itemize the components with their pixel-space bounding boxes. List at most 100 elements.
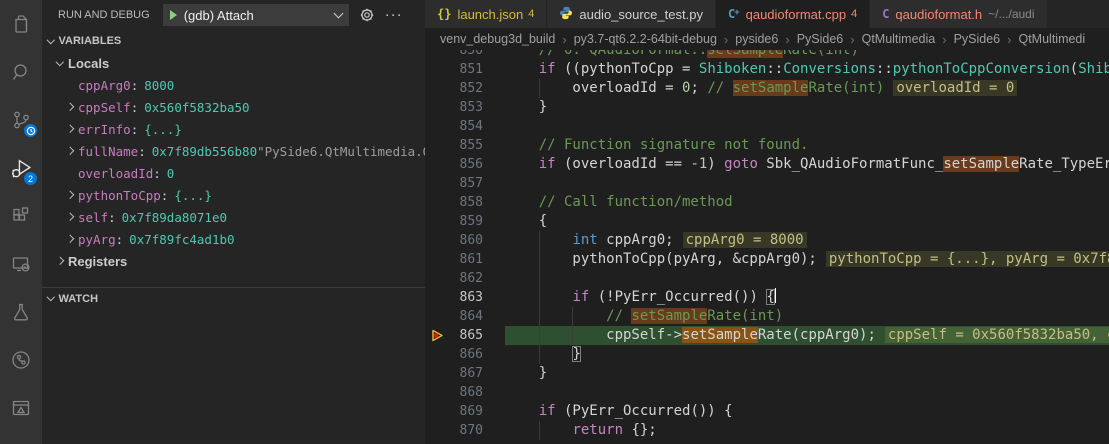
code-token: Sbk_QAudioFormatFunc_ [758,156,943,172]
code-token: // [505,308,631,324]
source-control-icon[interactable] [0,96,42,144]
code-line[interactable]: 855 // Function signature not found. [425,136,1109,155]
tab-qaudioformat-cpp[interactable]: C+qaudioformat.cpp4 [716,0,870,28]
variable-name: cppSelf [78,100,131,115]
code-editor[interactable]: 850 // 0: QAudioFormat::setSampleRate(in… [425,50,1109,444]
line-number[interactable]: 853 [425,98,505,117]
line-number[interactable]: 866 [425,345,505,364]
code-line[interactable]: 850 // 0: QAudioFormat::setSampleRate(in… [425,50,1109,60]
line-number[interactable]: 860 [425,231,505,250]
breadcrumb-item[interactable]: py3.7-qt6.2.2-64bit-debug [574,32,717,46]
code-token: = [674,61,699,77]
tab-label: launch.json [457,7,523,22]
indent-guide [539,288,540,307]
breadcrumb-item[interactable]: QtMultimedia [862,32,936,46]
run-debug-icon[interactable]: 2 [0,144,42,192]
code-line[interactable]: 858 // Call function/method [425,193,1109,212]
code-line[interactable]: 852 overloadId = 0; // setSampleRate(int… [425,79,1109,98]
line-number[interactable]: 862 [425,269,505,288]
variable-row-errInfo[interactable]: errInfo:{...} [42,118,425,140]
line-number[interactable]: 867 [425,364,505,383]
breadcrumb-item[interactable]: PySide6 [954,32,1001,46]
variable-row-overloadId[interactable]: overloadId:0 [42,162,425,184]
debug-config-label: (gdb) Attach [184,8,335,23]
search-icon[interactable] [0,48,42,96]
line-number[interactable]: 859 [425,212,505,231]
variables-section-header[interactable]: VARIABLES [42,30,425,52]
code-line[interactable]: 862 [425,269,1109,288]
line-number[interactable]: 864 [425,307,505,326]
code-line[interactable]: 864 // setSampleRate(int) [425,307,1109,326]
breadcrumb-item[interactable]: QtMultimedi [1018,32,1085,46]
indent-guide [539,345,540,364]
code-line[interactable]: 851 if ((pythonToCpp = Shiboken::Convers… [425,60,1109,79]
code-line[interactable]: 853 } [425,98,1109,117]
line-number[interactable]: 855 [425,136,505,155]
scope-row-registers[interactable]: Registers [42,250,425,272]
line-number[interactable]: 863 [425,288,505,307]
breadcrumb-item[interactable]: pyside6 [735,32,778,46]
tab-audio-source-test-py[interactable]: audio_source_test.py [547,0,716,28]
editor-group: {}launch.json4audio_source_test.pyC+qaud… [425,0,1109,444]
line-number[interactable]: 861 [425,250,505,269]
code-line[interactable]: 854 [425,117,1109,136]
variable-row-cppArg0[interactable]: cppArg0:8000 [42,74,425,96]
variable-row-self[interactable]: self:0x7f89da8071e0 [42,206,425,228]
code-line[interactable]: 868 [425,383,1109,402]
gear-icon[interactable] [359,7,375,23]
watch-section-header[interactable]: WATCH [42,287,425,309]
line-number[interactable]: 865 [425,326,505,345]
code-line-text [505,269,1109,288]
code-line[interactable]: 865 cppSelf->setSampleRate(cppArg0);cppS… [425,326,1109,345]
code-line[interactable]: 870 return {}; [425,421,1109,440]
code-line[interactable]: 860 int cppArg0;cppArg0 = 8000 [425,231,1109,250]
start-debug-icon[interactable] [170,10,177,20]
line-number[interactable]: 870 [425,421,505,440]
code-line[interactable]: 859 { [425,212,1109,231]
line-number[interactable]: 852 [425,79,505,98]
more-actions-icon[interactable]: ··· [385,10,403,20]
line-number[interactable]: 869 [425,402,505,421]
code-line[interactable]: 857 [425,174,1109,193]
chevron-right-icon [56,257,64,265]
code-line[interactable]: 869 if (PyErr_Occurred()) { [425,402,1109,421]
breadcrumb-item[interactable]: PySide6 [797,32,844,46]
breadcrumb-item[interactable]: venv_debug3d_build [440,32,555,46]
code-token: (PyErr_Occurred()) { [556,403,733,419]
debug-config-dropdown[interactable]: (gdb) Attach [163,4,349,26]
files-icon[interactable] [0,0,42,48]
line-number[interactable]: 850 [425,50,505,60]
chevron-right-icon [66,103,74,111]
line-number[interactable]: 858 [425,193,505,212]
code-line[interactable]: 861 pythonToCpp(pyArg, &cppArg0);pythonT… [425,250,1109,269]
code-line[interactable]: 863 if (!PyErr_Occurred()) { [425,288,1109,307]
variable-colon: : [138,144,146,159]
test-beaker-icon[interactable] [0,288,42,336]
git-graph-icon[interactable] [0,336,42,384]
variable-value-string: "PySide6.QtMultimedia.QAud… [257,144,425,159]
variable-row-pyArg[interactable]: pyArg:0x7f89fc4ad1b0 [42,228,425,250]
tab-launch-json[interactable]: {}launch.json4 [425,0,547,28]
indent-guide [539,231,540,250]
scope-row-locals[interactable]: Locals [42,52,425,74]
code-line[interactable]: 856 if (overloadId == -1) goto Sbk_QAudi… [425,155,1109,174]
panel-warning-icon[interactable] [0,384,42,432]
code-line[interactable]: 866 } [425,345,1109,364]
code-token [505,403,539,419]
line-number[interactable]: 851 [425,60,505,79]
tab-description: ~/.../audi [988,7,1034,21]
line-number[interactable]: 857 [425,174,505,193]
line-number[interactable]: 856 [425,155,505,174]
line-number[interactable]: 868 [425,383,505,402]
remote-explorer-icon[interactable] [0,240,42,288]
variable-row-pythonToCpp[interactable]: pythonToCpp:{...} [42,184,425,206]
variable-row-cppSelf[interactable]: cppSelf:0x560f5832ba50 [42,96,425,118]
line-number[interactable]: 854 [425,117,505,136]
tab-qaudioformat-h[interactable]: Cqaudioformat.h~/.../audi [870,0,1047,28]
indent-guide [572,326,573,345]
code-line-text: if (PyErr_Occurred()) { [505,402,1109,421]
code-line[interactable]: 867 } [425,364,1109,383]
twisty-icon [62,126,78,132]
extensions-icon[interactable] [0,192,42,240]
variable-row-fullName[interactable]: fullName:0x7f89db556b80 "PySide6.QtMulti… [42,140,425,162]
